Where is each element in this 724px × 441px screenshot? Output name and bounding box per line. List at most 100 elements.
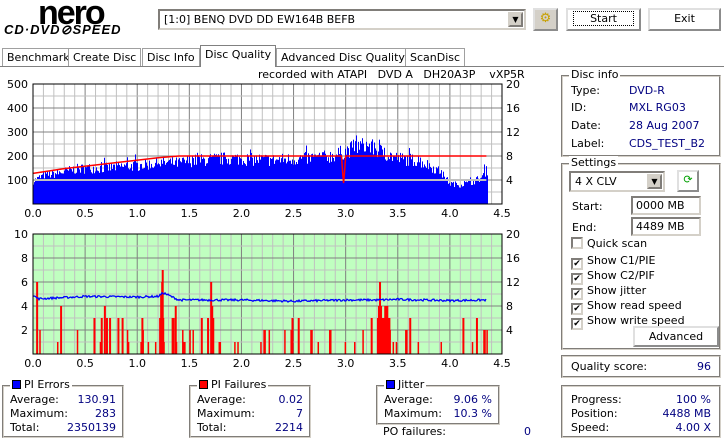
jitter-group: Jitter Average: 9.06 % Maximum: 10.3 % [376, 378, 500, 425]
pi-error-bar [465, 182, 466, 204]
pi-error-bar [330, 151, 331, 204]
pi-error-bar [52, 170, 53, 204]
pi-error-bar [134, 161, 135, 204]
tab-advanced-disc-quality[interactable]: Advanced Disc Quality [276, 48, 410, 67]
pi-error-bar [487, 175, 488, 204]
disc-id: MXL RG03 [629, 101, 686, 114]
pi-error-bar [325, 153, 326, 204]
pi-failure-bar [60, 306, 63, 354]
refresh-speeds-icon[interactable]: ⟳ [677, 170, 699, 192]
pi-error-bar [322, 152, 323, 204]
pi-error-bar [450, 185, 451, 204]
quality-score-box: Quality score: 96 [561, 355, 721, 378]
speed-select[interactable]: 4 X CLV ▼ [569, 171, 665, 192]
pi-error-bar [124, 164, 125, 204]
exit-button[interactable]: Exit [648, 8, 721, 31]
pi-error-bar [40, 178, 41, 204]
pi-failure-bar [154, 342, 157, 354]
pi-error-bar [429, 163, 430, 204]
label: Show C2/PIF [587, 269, 655, 282]
pi-error-bar [74, 173, 75, 204]
pi-error-bar [206, 163, 207, 204]
pi-error-bar [56, 174, 57, 204]
pi-error-bar [379, 139, 380, 204]
start-input[interactable]: 0000 MB [631, 196, 701, 215]
pi-error-bar [106, 162, 107, 204]
pi-error-bar [332, 153, 333, 204]
tab-disc-quality[interactable]: Disc Quality [200, 45, 277, 67]
pi-error-bar [171, 163, 172, 204]
pi-error-bar [111, 163, 112, 204]
pi-error-bar [306, 145, 307, 204]
pi-error-bar [92, 173, 93, 204]
show-jitter-checkbox[interactable]: ✔ Show jitter [571, 284, 646, 300]
chevron-down-icon[interactable]: ▼ [647, 174, 662, 189]
pi-error-bar [432, 172, 433, 204]
pi-failure-bar [471, 342, 474, 354]
pi-error-bar [118, 162, 119, 204]
disc-label-row: Label: CDS_TEST_B2 [571, 137, 711, 152]
pi-failure-bar [268, 330, 271, 354]
quick-scan-checkbox[interactable]: Quick scan [571, 237, 647, 250]
pi-error-bar [81, 164, 82, 204]
pi-error-bar [461, 184, 462, 204]
pi-error-bar [116, 161, 117, 204]
pi-error-bar [275, 160, 276, 204]
pi-error-bar [45, 171, 46, 204]
pi-error-bar [46, 173, 47, 204]
tab-create-disc[interactable]: Create Disc [68, 48, 142, 67]
pi-error-bar [181, 162, 182, 204]
drive-refresh-icon[interactable]: ⚙ [533, 8, 558, 31]
pi-error-bar [230, 164, 231, 204]
pi-error-bar [107, 165, 108, 204]
po-failures-value: 0 [524, 425, 531, 438]
show-c1-pie-checkbox[interactable]: ✔ Show C1/PIE [571, 254, 655, 270]
pi-error-bar [130, 168, 131, 204]
pi-error-bar [478, 178, 479, 204]
pi-error-bar [70, 168, 71, 204]
show-c2-pif-checkbox[interactable]: ✔ Show C2/PIF [571, 269, 655, 285]
pi-failures-average: 0.02 [278, 393, 304, 406]
pi-error-bar [474, 184, 475, 204]
pi-error-bar [120, 166, 121, 204]
pi-failure-bar [56, 342, 59, 354]
pi-error-bar [186, 160, 187, 204]
pi-error-bar [73, 166, 74, 204]
pi-failure-bar [109, 318, 112, 354]
start-button[interactable]: Start [566, 8, 641, 31]
pi-error-bar [324, 150, 325, 204]
pi-error-bar [228, 158, 229, 204]
chevron-down-icon[interactable]: ▼ [508, 12, 523, 27]
tab-disc-info[interactable]: Disc Info [142, 48, 200, 67]
pi-failure-bar [36, 282, 39, 354]
y-tick-label: 500 [7, 78, 28, 91]
pi-error-bar [85, 167, 86, 204]
pi-error-bar [129, 169, 130, 204]
y2-tick-label: 12 [506, 126, 520, 139]
pi-error-bar [293, 164, 294, 204]
pi-error-bar [458, 185, 459, 204]
pi-error-bar [353, 139, 354, 204]
pi-error-bar [386, 160, 387, 204]
pi-error-bar [169, 159, 170, 204]
pi-error-bar [138, 170, 139, 204]
start-label: Start: [572, 200, 603, 213]
drive-select[interactable]: [1:0] BENQ DVD DD EW164B BEFB ▼ [158, 9, 526, 30]
avg-row: Average: 130.91 [10, 393, 116, 408]
y-tick-label: 100 [7, 174, 28, 187]
pi-error-bar [136, 162, 137, 204]
tab-scandisc[interactable]: ScanDisc [405, 48, 466, 67]
advanced-button[interactable]: Advanced [633, 326, 719, 347]
y-tick-label: 6 [21, 276, 28, 289]
show-read-speed-checkbox[interactable]: ✔ Show read speed [571, 299, 682, 315]
pi-failure-bar [192, 330, 194, 354]
end-input[interactable]: 4489 MB [631, 217, 701, 236]
pi-error-bar [214, 153, 215, 204]
pi-error-bar [42, 174, 43, 204]
disc-label: CDS_TEST_B2 [629, 137, 706, 150]
progress-row: Progress: 100 % [571, 393, 711, 408]
tab-benchmark[interactable]: Benchmark [2, 48, 75, 67]
pi-error-bar [57, 169, 58, 204]
drive-select-value: [1:0] BENQ DVD DD EW164B BEFB [164, 13, 356, 26]
pi-error-bar [308, 153, 309, 204]
